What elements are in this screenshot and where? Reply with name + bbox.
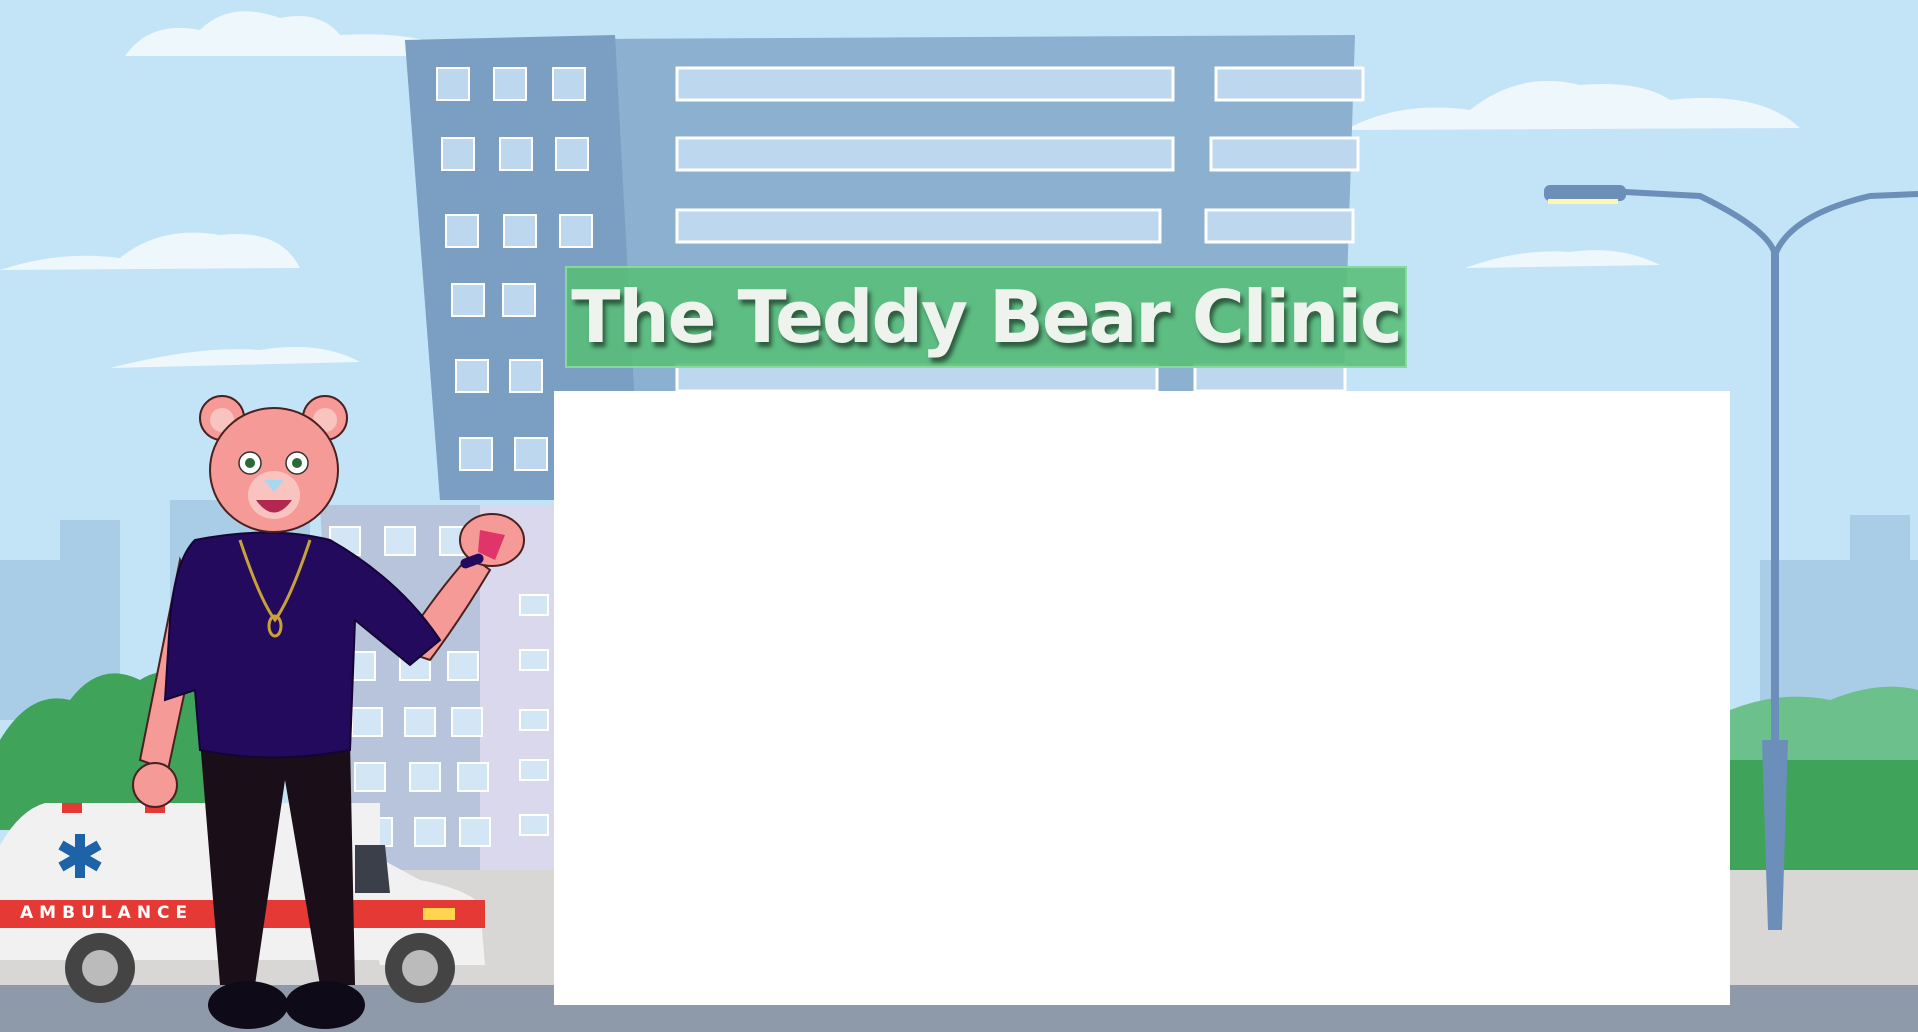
page-title: The Teddy Bear Clinic <box>571 275 1402 359</box>
title-banner: The Teddy Bear Clinic <box>565 266 1407 368</box>
content-panel <box>554 391 1730 1005</box>
ambulance-label: AMBULANCE <box>20 903 194 923</box>
